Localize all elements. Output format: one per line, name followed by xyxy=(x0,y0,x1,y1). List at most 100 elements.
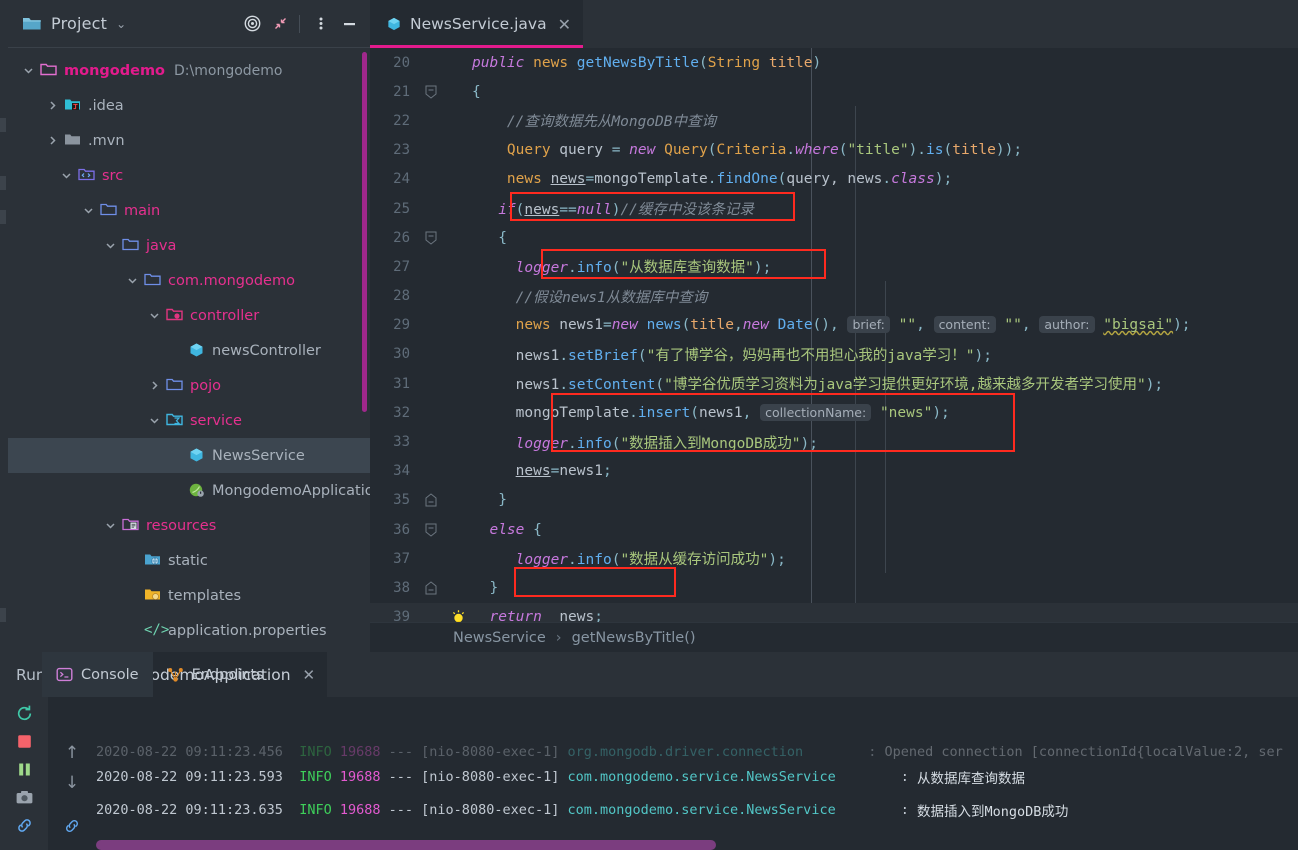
stop-icon[interactable] xyxy=(9,727,39,755)
java-class-icon xyxy=(188,342,205,359)
chevron-down-icon[interactable] xyxy=(126,274,139,287)
scroll-up-icon[interactable]: ↑ xyxy=(59,738,85,768)
breadcrumb-separator: › xyxy=(555,629,562,646)
editor-tab-newsservice[interactable]: NewsService.java ✕ xyxy=(370,0,583,48)
brief-string: "有了博学谷，妈妈再也不用担心我的java学习！" xyxy=(646,347,975,364)
console-output[interactable]: 2020-08-22 09:11:23.456 INFO 19688 --- [… xyxy=(96,742,1298,850)
code-line-31[interactable]: 31 news1.setContent("博学谷优质学习资料为java学习提供更… xyxy=(370,369,1298,398)
code-text-33: logger.info("数据插入到MongoDB成功"); xyxy=(515,435,818,452)
tree-item-label: mongodemo xyxy=(64,62,166,79)
log-dashes: --- xyxy=(388,744,414,760)
rerun-icon[interactable] xyxy=(9,699,39,727)
close-icon[interactable]: ✕ xyxy=(303,666,316,684)
target-icon[interactable] xyxy=(239,11,265,37)
tree-item-src[interactable]: src xyxy=(8,158,370,193)
minimize-icon[interactable] xyxy=(336,11,362,37)
code-line-27[interactable]: 27 logger.info("从数据库查询数据"); xyxy=(370,252,1298,281)
pause-icon[interactable] xyxy=(9,755,39,783)
tree-item-label: controller xyxy=(190,307,260,324)
tab-endpoints[interactable]: Endpoints xyxy=(153,652,278,697)
more-options-icon[interactable] xyxy=(308,11,334,37)
code-line-37[interactable]: 37 logger.info("数据从缓存访问成功"); xyxy=(370,544,1298,573)
chevron-down-icon[interactable] xyxy=(148,309,161,322)
tree-item-com-mongodemo[interactable]: com.mongodemo xyxy=(8,263,370,298)
scroll-down-icon[interactable]: ↓ xyxy=(59,768,85,798)
tree-item-mvn[interactable]: .mvn xyxy=(8,123,370,158)
code-editor[interactable]: 20 public news getNewsByTitle(String tit… xyxy=(370,48,1298,622)
log-pid: 19688 xyxy=(339,768,381,785)
code-line-35[interactable]: 35 } xyxy=(370,486,1298,515)
chevron-down-icon[interactable] xyxy=(104,519,117,532)
breadcrumb-method[interactable]: getNewsByTitle() xyxy=(572,630,696,646)
collapse-all-icon[interactable] xyxy=(267,11,293,37)
code-line-39[interactable]: 39 return news; xyxy=(370,602,1298,622)
code-line-20[interactable]: 20 public news getNewsByTitle(String tit… xyxy=(370,48,1298,77)
console-icon xyxy=(56,666,73,683)
tree-item-pojo[interactable]: pojo xyxy=(8,368,370,403)
code-line-24[interactable]: 24 news news=mongoTemplate.findOne(query… xyxy=(370,165,1298,194)
chevron-right-icon[interactable] xyxy=(46,99,59,112)
code-line-28[interactable]: 28 //假设news1从数据库中查询 xyxy=(370,282,1298,311)
tree-item-idea[interactable]: .idea xyxy=(8,88,370,123)
edge-tab-marker-2[interactable] xyxy=(0,176,6,190)
param-hint-collectionname: collectionName: xyxy=(760,403,872,421)
breadcrumb-class[interactable]: NewsService xyxy=(453,630,546,646)
edge-tab-marker-3[interactable] xyxy=(0,210,6,224)
fold-marker-collapse[interactable] xyxy=(418,85,444,99)
log-thread: [nio-8080-exec-1] xyxy=(421,801,560,818)
chevron-down-icon[interactable] xyxy=(148,414,161,427)
code-line-23[interactable]: 23 Query query = new Query(Criteria.wher… xyxy=(370,136,1298,165)
log-logger: com.mongodemo.service.NewsService xyxy=(567,801,836,818)
fold-marker-collapse[interactable] xyxy=(418,231,444,245)
code-line-22[interactable]: 22 //查询数据先从MongoDB中查询 xyxy=(370,106,1298,135)
project-tree[interactable]: mongodemo D:\mongodemo .idea .mvn src ma… xyxy=(8,48,370,652)
tree-item-templates[interactable]: templates xyxy=(8,578,370,613)
line-number: 35 xyxy=(393,492,410,509)
tree-item-java[interactable]: java xyxy=(8,228,370,263)
code-line-32[interactable]: 32 mongoTemplate.insert(news1, collectio… xyxy=(370,398,1298,427)
tab-console-label: Console xyxy=(81,666,139,683)
fold-marker-end[interactable] xyxy=(418,581,444,595)
code-line-36[interactable]: 36 else { xyxy=(370,515,1298,544)
line-number: 36 xyxy=(393,521,410,538)
code-line-34[interactable]: 34 news=news1; xyxy=(370,457,1298,486)
code-line-38[interactable]: 38 } xyxy=(370,573,1298,602)
log-level: INFO xyxy=(299,768,332,785)
chevron-down-icon[interactable] xyxy=(104,239,117,252)
close-icon[interactable]: ✕ xyxy=(558,15,571,34)
tree-item-static[interactable]: static xyxy=(8,543,370,578)
tree-item-service[interactable]: service xyxy=(8,403,370,438)
tree-item-application-properties[interactable]: </> application.properties xyxy=(8,613,370,648)
code-line-30[interactable]: 30 news1.setBrief("有了博学谷，妈妈再也不用担心我的java学… xyxy=(370,340,1298,369)
code-line-21[interactable]: 21 { xyxy=(370,77,1298,106)
chevron-down-icon[interactable] xyxy=(22,64,35,77)
chevron-down-icon[interactable] xyxy=(60,169,73,182)
tab-console[interactable]: Console xyxy=(42,652,153,697)
tree-item-main[interactable]: main xyxy=(8,193,370,228)
fold-marker-collapse[interactable] xyxy=(418,523,444,537)
code-line-33[interactable]: 33 logger.info("数据插入到MongoDB成功"); xyxy=(370,427,1298,456)
code-line-26[interactable]: 26 { xyxy=(370,223,1298,252)
tree-item-newscontroller[interactable]: newsController xyxy=(8,333,370,368)
tree-item-controller[interactable]: controller xyxy=(8,298,370,333)
code-text-20: public news getNewsByTitle(String title) xyxy=(472,54,822,71)
link-icon[interactable] xyxy=(9,811,39,839)
chevron-down-icon[interactable]: ⌄ xyxy=(116,17,126,31)
code-line-25[interactable]: 25 if(news==null)//缓存中没该条记录 xyxy=(370,194,1298,223)
chevron-right-icon[interactable] xyxy=(148,379,161,392)
screenshot-icon[interactable] xyxy=(9,783,39,811)
fold-marker-end[interactable] xyxy=(418,493,444,507)
tree-item-mongodemoapplication[interactable]: MongodemoApplication xyxy=(8,473,370,508)
edge-tab-marker-4[interactable] xyxy=(0,608,6,622)
breadcrumb[interactable]: NewsService › getNewsByTitle() xyxy=(370,622,1298,652)
intention-bulb-icon[interactable] xyxy=(444,609,472,622)
tree-item-mongodemo[interactable]: mongodemo D:\mongodemo xyxy=(8,53,370,88)
edge-tab-marker-1[interactable] xyxy=(0,118,6,132)
tree-item-newsservice[interactable]: NewsService xyxy=(8,438,370,473)
tree-item-resources[interactable]: resources xyxy=(8,508,370,543)
chevron-down-icon[interactable] xyxy=(82,204,95,217)
code-line-29[interactable]: 29 news news1=new news(title,new Date(),… xyxy=(370,311,1298,340)
console-horizontal-scrollbar[interactable] xyxy=(96,840,1196,850)
link-icon[interactable] xyxy=(59,811,85,841)
chevron-right-icon[interactable] xyxy=(46,134,59,147)
